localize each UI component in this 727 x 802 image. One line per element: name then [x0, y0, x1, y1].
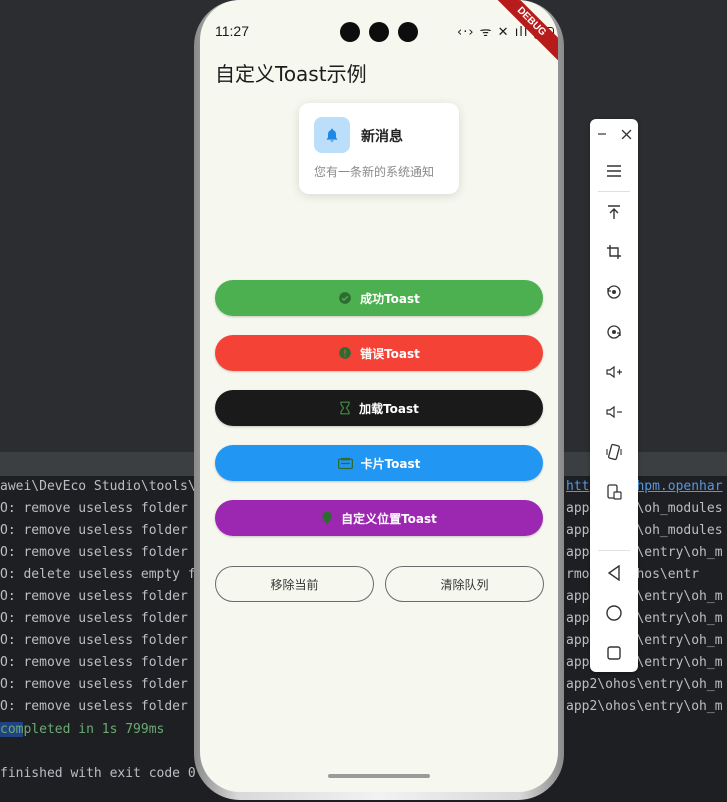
- location-pin-icon: [321, 511, 333, 525]
- toolbar-divider: [598, 550, 630, 551]
- page-title: 自定义Toast示例: [215, 62, 367, 86]
- card-icon: [337, 457, 353, 470]
- console-line: O: delete useless empty f: [0, 567, 196, 582]
- hourglass-icon: [339, 401, 351, 415]
- toolbar-divider: [598, 191, 630, 192]
- rotate-right-icon: [607, 325, 621, 339]
- status-bar: 11:27 ‹·› ᯤ ✕ ıll 44 DEBUG: [200, 0, 558, 67]
- console-exit-line: finished with exit code 0: [0, 766, 196, 781]
- success-toast-label: 成功Toast: [360, 291, 420, 306]
- home-button[interactable]: [590, 598, 638, 628]
- rotate-right-button[interactable]: [590, 317, 638, 347]
- recents-button[interactable]: [590, 638, 638, 668]
- camera-cutout: [398, 22, 418, 42]
- shake-button[interactable]: [590, 437, 638, 467]
- toast-title: 新消息: [361, 129, 403, 145]
- camera-cutout: [340, 22, 360, 42]
- volume-up-icon: [606, 365, 622, 379]
- close-icon: [621, 129, 631, 139]
- console-line: O: remove useless folder: [0, 589, 188, 604]
- emulator-toolbar: [590, 119, 638, 672]
- status-time: 11:27: [215, 23, 249, 39]
- console-line: O: remove useless folder: [0, 523, 188, 538]
- error-toast-label: 错误Toast: [360, 346, 420, 361]
- console-line: O: remove useless folder: [0, 677, 188, 692]
- back-icon: [607, 565, 620, 581]
- remove-current-button[interactable]: 移除当前: [215, 566, 374, 602]
- screenshot-button[interactable]: [590, 477, 638, 507]
- check-circle-icon: [338, 291, 352, 305]
- crop-icon: [607, 245, 621, 259]
- bell-icon: [326, 128, 338, 142]
- console-line: app2\ohos\entry\oh_m: [566, 699, 723, 714]
- screenshot-icon: [607, 484, 622, 500]
- console-line: O: remove useless folder: [0, 699, 188, 714]
- custom-position-toast-button[interactable]: 自定义位置Toast: [215, 500, 543, 536]
- console-selection: com: [0, 722, 24, 737]
- console-line: app2\ohos\entry\oh_m: [566, 677, 723, 692]
- menu-icon: [607, 165, 621, 177]
- console-line: O: remove useless folder: [0, 501, 188, 516]
- menu-button[interactable]: [590, 156, 638, 186]
- to-top-icon: [608, 205, 620, 219]
- console-line: O: remove useless folder: [0, 633, 188, 648]
- pin-to-top-button[interactable]: [590, 197, 638, 227]
- success-toast-button[interactable]: 成功Toast: [215, 280, 543, 316]
- toast-message: 您有一条新的系统通知: [314, 165, 435, 179]
- rotate-left-button[interactable]: [590, 277, 638, 307]
- error-toast-button[interactable]: 错误Toast: [215, 335, 543, 371]
- card-toast-button[interactable]: 卡片Toast: [215, 445, 543, 481]
- console-line: awei\DevEco Studio\tools\: [0, 479, 196, 494]
- console-line: O: remove useless folder: [0, 655, 188, 670]
- volume-down-button[interactable]: [590, 397, 638, 427]
- card-toast-label: 卡片Toast: [360, 456, 421, 471]
- close-button[interactable]: [602, 119, 650, 149]
- loading-toast-label: 加载Toast: [359, 401, 419, 416]
- recents-icon: [607, 646, 621, 660]
- back-button[interactable]: [590, 558, 638, 588]
- volume-up-button[interactable]: [590, 357, 638, 387]
- shake-icon: [606, 443, 622, 461]
- crop-button[interactable]: [590, 237, 638, 267]
- console-completed-text: pleted in 1s 799ms: [23, 722, 165, 737]
- console-completed-line: completed in 1s 799ms: [0, 719, 164, 741]
- error-circle-icon: [338, 346, 352, 360]
- volume-down-icon: [606, 405, 622, 419]
- custom-position-toast-label: 自定义位置Toast: [341, 511, 437, 526]
- console-line: O: remove useless folder: [0, 611, 188, 626]
- camera-cutout: [369, 22, 389, 42]
- loading-toast-button[interactable]: 加载Toast: [215, 390, 543, 426]
- phone-screen: 11:27 ‹·› ᯤ ✕ ıll 44 DEBUG 自定义Toast示例 新消…: [200, 0, 558, 792]
- home-indicator[interactable]: [328, 774, 430, 778]
- signal-icons: ‹·› ᯤ ✕ ıll: [457, 25, 529, 40]
- toast-icon-container: [314, 117, 350, 153]
- toast-card: 新消息 您有一条新的系统通知: [299, 103, 459, 194]
- home-icon: [606, 605, 622, 621]
- rotate-left-icon: [607, 285, 621, 299]
- clear-queue-button[interactable]: 清除队列: [385, 566, 544, 602]
- console-line: O: remove useless folder: [0, 545, 188, 560]
